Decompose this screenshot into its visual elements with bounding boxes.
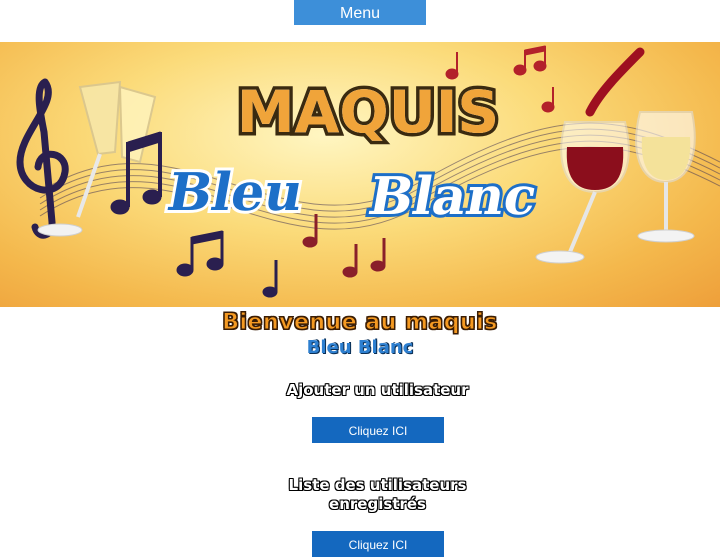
- banner-title-blanc: Blanc: [364, 166, 542, 227]
- user-list-label: Liste des utilisateurs enregistrés: [0, 476, 720, 514]
- champagne-glasses-icon: [37, 80, 157, 237]
- welcome-line-2: Bleu Blanc: [306, 337, 414, 358]
- wine-glasses-icon: [535, 47, 696, 264]
- user-list-label-line-1: Liste des utilisateurs: [288, 476, 467, 494]
- menu-button[interactable]: Menu: [294, 0, 426, 25]
- user-list-button[interactable]: Cliquez ICI: [312, 531, 444, 557]
- welcome-heading: Bienvenue au maquis Bleu Blanc: [0, 310, 720, 359]
- add-user-label: Ajouter un utilisateur: [286, 381, 469, 399]
- user-list-label-line-2: enregistrés: [329, 495, 426, 513]
- add-user-button[interactable]: Cliquez ICI: [312, 417, 444, 443]
- banner-title-maquis-fill: MAQUIS: [237, 78, 499, 146]
- welcome-line-1: Bienvenue au maquis: [222, 310, 498, 336]
- treble-clef-icon: [16, 78, 69, 239]
- hero-banner: MAQUIS MAQUIS Bleu Blanc: [0, 42, 720, 307]
- banner-title-bleu: Bleu: [163, 162, 308, 223]
- banner-artwork: MAQUIS MAQUIS Bleu Blanc: [16, 45, 720, 298]
